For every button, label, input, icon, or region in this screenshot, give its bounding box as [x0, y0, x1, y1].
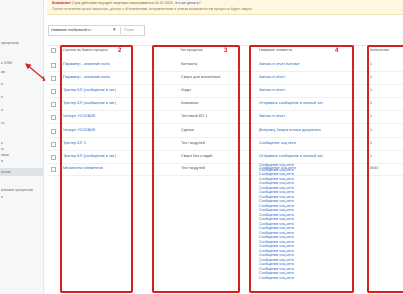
- annotation-arrow-icon: [25, 63, 46, 81]
